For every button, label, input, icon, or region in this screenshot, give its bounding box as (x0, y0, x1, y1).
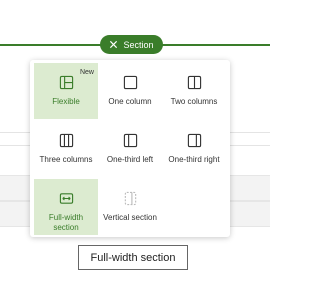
layout-option-label: Three columns (39, 155, 93, 164)
tooltip: Full-width section (78, 245, 188, 270)
two-columns-icon (187, 75, 201, 90)
layout-option-label: Flexible (52, 97, 80, 106)
one-third-left-icon (123, 133, 137, 148)
three-columns-icon (59, 133, 73, 148)
section-button[interactable]: Section (100, 35, 163, 54)
layout-option-label: Vertical section (103, 213, 157, 222)
layout-option-label: One column (108, 97, 152, 106)
vertical-section-icon (124, 191, 136, 206)
layout-option-one-third-right[interactable]: One-third right (162, 121, 226, 177)
layout-option-label: One-third left (106, 155, 154, 164)
close-icon[interactable] (109, 40, 118, 49)
layout-option-label: One-third right (168, 155, 220, 164)
layout-option-one-column[interactable]: One column (98, 63, 162, 119)
one-column-icon (123, 75, 137, 90)
section-button-label: Section (123, 39, 154, 50)
layout-option-label: Two columns (170, 97, 218, 106)
layout-option-three-columns[interactable]: Three columns (34, 121, 98, 177)
layout-option-full-width-section[interactable]: Full-width section (34, 179, 98, 235)
one-third-right-icon (187, 133, 201, 148)
layout-option-one-third-left[interactable]: One-third left (98, 121, 162, 177)
full-width-section-icon (59, 193, 73, 204)
layout-option-label: Full-width section (48, 213, 84, 232)
layout-option-flexible[interactable]: New Flexible (34, 63, 98, 119)
layout-option-vertical-section[interactable]: Vertical section (98, 179, 162, 235)
flexible-layout-icon (59, 75, 73, 90)
tooltip-text: Full-width section (90, 251, 176, 264)
layout-option-two-columns[interactable]: Two columns (162, 63, 226, 119)
new-badge: New (79, 69, 94, 76)
section-layout-menu: New Flexible One column Two columns Thre… (30, 60, 230, 237)
